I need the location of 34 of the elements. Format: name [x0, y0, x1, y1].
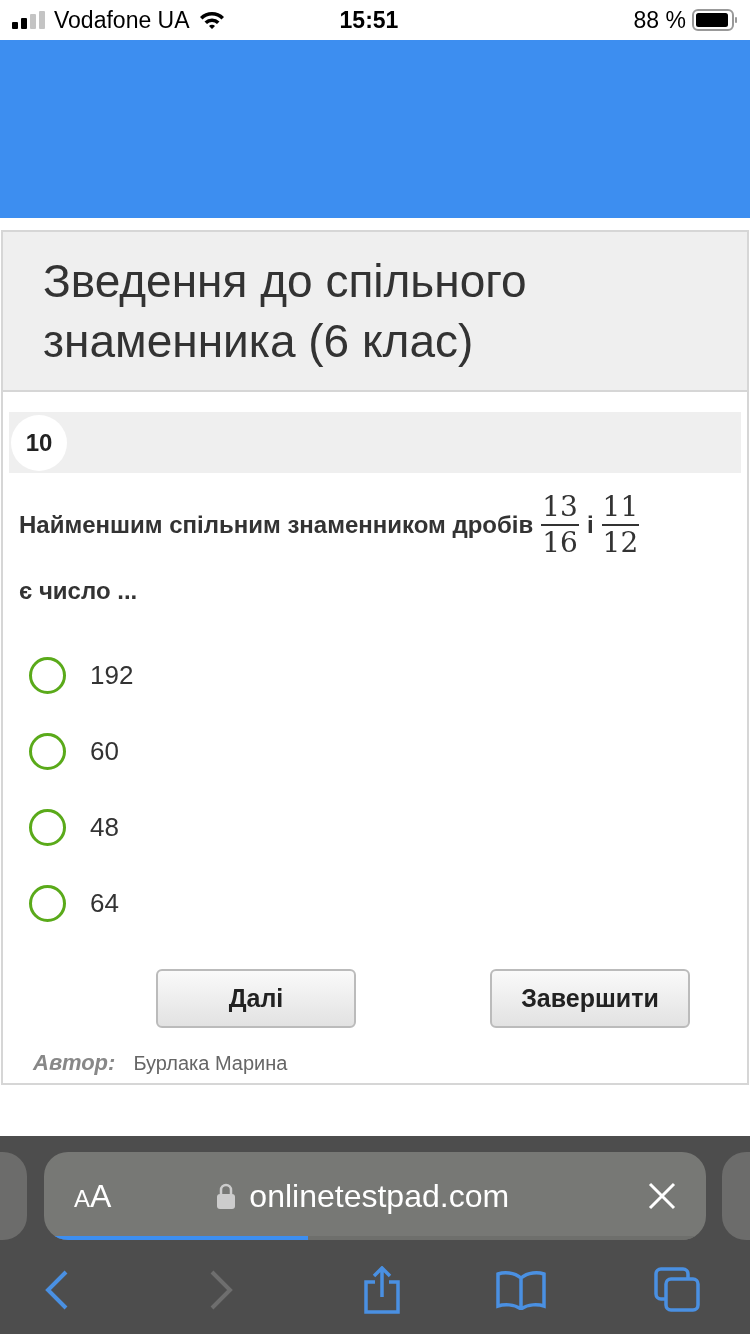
answer-option[interactable]: 48 [29, 789, 329, 865]
question-text: і [586, 510, 594, 540]
question-text: Найменшим спільним знаменником дробів [19, 510, 534, 540]
radio-button[interactable] [29, 808, 66, 846]
share-icon[interactable] [362, 1266, 402, 1314]
fraction: 13 16 [541, 490, 579, 560]
author-name: Бурлака Марина [133, 1050, 288, 1076]
text-size-button[interactable]: AA [74, 1172, 112, 1220]
battery-icon [692, 9, 738, 31]
fraction: 11 12 [601, 490, 640, 560]
author-label: Автор: [33, 1049, 116, 1077]
question-number: 10 [11, 414, 67, 471]
radio-button[interactable] [29, 656, 66, 694]
answer-option[interactable]: 64 [29, 865, 329, 941]
clock-time: 15:51 [339, 5, 399, 35]
tab-edge[interactable] [0, 1152, 27, 1240]
answer-option[interactable]: 60 [29, 713, 329, 789]
close-icon[interactable] [648, 1182, 676, 1210]
url-text: onlinetestpad.com [249, 1177, 510, 1216]
test-title: Зведення до спільного знаменника (6 клас) [43, 254, 528, 369]
tabs-icon[interactable] [654, 1267, 702, 1313]
question-text: є число ... [19, 576, 138, 606]
carrier-name: Vodafone UA [54, 5, 190, 35]
tab-edge[interactable] [722, 1152, 750, 1240]
address-bar[interactable]: AA onlinetestpad.com [44, 1152, 706, 1240]
battery-percentage: 88 % [633, 5, 686, 35]
radio-button[interactable] [29, 732, 66, 770]
signal-icon [12, 11, 46, 29]
radio-button[interactable] [29, 884, 66, 922]
lock-icon [217, 1183, 236, 1209]
bookmarks-icon[interactable] [496, 1270, 546, 1310]
answer-option[interactable]: 192 [29, 637, 329, 713]
next-button[interactable]: Далі [156, 969, 356, 1028]
finish-button[interactable]: Завершити [490, 969, 690, 1028]
